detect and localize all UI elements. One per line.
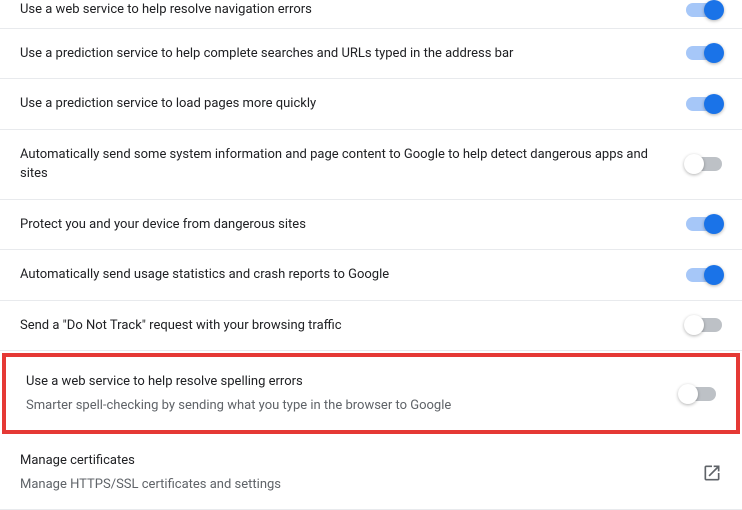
setting-text: Automatically send usage statistics and …: [20, 265, 686, 285]
setting-text: Automatically send some system informati…: [20, 145, 686, 184]
setting-title: Automatically send usage statistics and …: [20, 265, 666, 285]
external-link-icon[interactable]: [702, 463, 722, 483]
toggle-spelling-errors[interactable]: [680, 387, 716, 401]
toggle-prediction-pages[interactable]: [686, 97, 722, 111]
setting-text: Use a prediction service to help complet…: [20, 44, 686, 64]
setting-row-navigation-errors[interactable]: Use a web service to help resolve naviga…: [0, 0, 742, 29]
setting-text: Use a web service to help resolve naviga…: [20, 0, 686, 20]
toggle-usage-statistics[interactable]: [686, 268, 722, 282]
toggle-knob: [684, 154, 704, 174]
setting-text: Use a web service to help resolve spelli…: [26, 372, 680, 415]
toggle-knob: [704, 0, 724, 20]
toggle-knob: [684, 315, 704, 335]
setting-text: Send a "Do Not Track" request with your …: [20, 316, 686, 336]
setting-title: Use a web service to help resolve naviga…: [20, 0, 666, 20]
setting-text: Use a prediction service to load pages m…: [20, 94, 686, 114]
setting-title: Use a prediction service to help complet…: [20, 44, 666, 64]
setting-row-prediction-searches[interactable]: Use a prediction service to help complet…: [0, 29, 742, 80]
setting-row-spelling-errors[interactable]: Use a web service to help resolve spelli…: [6, 357, 736, 430]
settings-list: Use a web service to help resolve naviga…: [0, 0, 742, 510]
setting-title: Protect you and your device from dangero…: [20, 215, 666, 235]
toggle-do-not-track[interactable]: [686, 318, 722, 332]
setting-title: Manage certificates: [20, 451, 682, 471]
setting-subtitle: Manage HTTPS/SSL certificates and settin…: [20, 475, 682, 495]
highlighted-container: Use a web service to help resolve spelli…: [2, 353, 740, 434]
setting-title: Use a prediction service to load pages m…: [20, 94, 666, 114]
toggle-knob: [704, 43, 724, 63]
setting-row-do-not-track[interactable]: Send a "Do Not Track" request with your …: [0, 301, 742, 352]
toggle-prediction-searches[interactable]: [686, 46, 722, 60]
setting-row-usage-statistics[interactable]: Automatically send usage statistics and …: [0, 250, 742, 301]
setting-title: Send a "Do Not Track" request with your …: [20, 316, 666, 336]
setting-row-send-system-info[interactable]: Automatically send some system informati…: [0, 130, 742, 200]
toggle-protect-dangerous-sites[interactable]: [686, 217, 722, 231]
setting-row-prediction-pages[interactable]: Use a prediction service to load pages m…: [0, 79, 742, 130]
setting-row-manage-certificates[interactable]: Manage certificates Manage HTTPS/SSL cer…: [0, 436, 742, 510]
toggle-send-system-info[interactable]: [686, 157, 722, 171]
toggle-knob: [704, 265, 724, 285]
setting-title: Use a web service to help resolve spelli…: [26, 372, 660, 392]
setting-row-protect-dangerous-sites[interactable]: Protect you and your device from dangero…: [0, 200, 742, 251]
toggle-navigation-errors[interactable]: [686, 3, 722, 17]
toggle-knob: [678, 384, 698, 404]
setting-subtitle: Smarter spell-checking by sending what y…: [26, 396, 660, 416]
toggle-knob: [704, 94, 724, 114]
setting-title: Automatically send some system informati…: [20, 145, 666, 184]
toggle-knob: [704, 214, 724, 234]
setting-text: Manage certificates Manage HTTPS/SSL cer…: [20, 451, 702, 494]
setting-text: Protect you and your device from dangero…: [20, 215, 686, 235]
